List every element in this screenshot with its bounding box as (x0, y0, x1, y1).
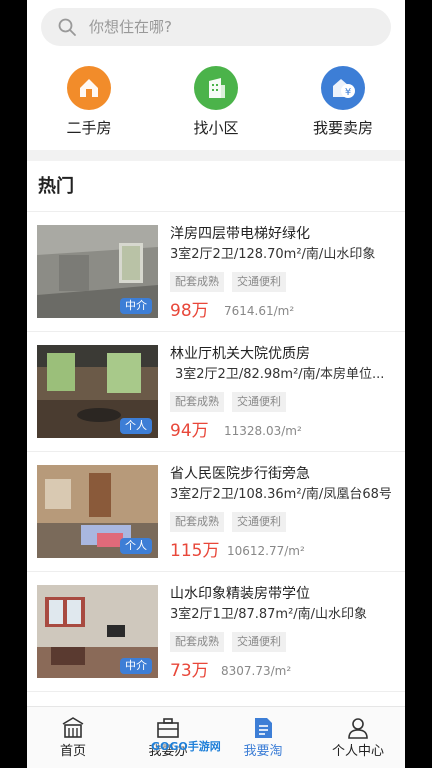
building-icon (194, 66, 238, 110)
category-sell-house[interactable]: ¥ 我要卖房 (288, 66, 398, 138)
tab-label: 我要淘 (243, 744, 283, 759)
listing-badge: 中介 (120, 298, 152, 314)
user-icon (348, 718, 368, 739)
listing-tag: 交通便利 (232, 632, 286, 652)
listing-unit-price: 7614.61/m² (224, 304, 295, 318)
listing-tag: 配套成熟 (170, 392, 224, 412)
listing-title: 省人民医院步行街旁急 (170, 466, 310, 482)
listing-photo: 个人 (37, 345, 158, 438)
svg-text:¥: ¥ (345, 87, 351, 98)
listing-tag: 交通便利 (232, 512, 286, 532)
search-placeholder: 你想住在哪? (89, 18, 172, 36)
category-second-hand[interactable]: 二手房 (34, 66, 144, 138)
listing-tag: 配套成熟 (170, 272, 224, 292)
section-title: 热门 (38, 176, 74, 197)
listing-item[interactable]: 中介 山水印象精装房带学位 3室2厅1卫/87.87m²/南/山水印象 配套成熟… (27, 572, 405, 692)
category-find-community[interactable]: 找小区 (161, 66, 271, 138)
sell-house-icon: ¥ (321, 66, 365, 110)
listing-item[interactable]: 中介 洋房四层带电梯好绿化 3室2厅2卫/128.70m²/南/山水印象 配套成… (27, 212, 405, 332)
house-icon (67, 66, 111, 110)
listing-desc: 3室2厅2卫/82.98m²/南/本房单位... (175, 367, 385, 382)
listing-title: 林业厅机关大院优质房 (170, 346, 310, 362)
listing-desc: 3室2厅1卫/87.87m²/南/山水印象 (170, 607, 368, 622)
category-label: 找小区 (193, 119, 239, 137)
listing-desc: 3室2厅2卫/128.70m²/南/山水印象 (170, 247, 376, 262)
app-screen: 你想住在哪? 二手房 找小区 ¥ 我要卖房 热门 中介 洋房四层带电梯好绿化 3… (27, 0, 405, 768)
listing-price: 73万 (170, 661, 209, 681)
listing-photo: 中介 (37, 585, 158, 678)
listing-desc: 3室2厅2卫/108.36m²/南/凤凰台68号 (170, 487, 392, 502)
listing-unit-price: 10612.77/m² (227, 544, 305, 558)
listing-tag: 配套成熟 (170, 632, 224, 652)
listing-title: 山水印象精装房带学位 (170, 586, 310, 602)
tab-browse[interactable]: 我要淘 (223, 715, 303, 761)
tab-label: 首页 (59, 744, 86, 759)
tab-home[interactable]: 首页 (33, 715, 113, 761)
listing-photo: 个人 (37, 465, 158, 558)
listing-tag: 配套成熟 (170, 512, 224, 532)
listing-badge: 个人 (120, 538, 152, 554)
bottom-tab-bar: 首页 我要办 我要淘 个人中心 (27, 706, 405, 768)
listing-unit-price: 11328.03/m² (224, 424, 302, 438)
category-label: 我要卖房 (312, 119, 373, 137)
listing-badge: 中介 (120, 658, 152, 674)
watermark-logo: GOGO手游网 (151, 740, 221, 753)
listing-price: 94万 (170, 421, 209, 441)
listing-photo: 中介 (37, 225, 158, 318)
listing-item[interactable]: 个人 省人民医院步行街旁急 3室2厅2卫/108.36m²/南/凤凰台68号 配… (27, 452, 405, 572)
category-label: 二手房 (66, 119, 112, 137)
document-icon (255, 718, 272, 738)
listing-price: 98万 (170, 301, 209, 321)
search-icon (58, 18, 76, 36)
listing-badge: 个人 (120, 418, 152, 434)
listing-unit-price: 8307.73/m² (221, 664, 292, 678)
tab-label: 个人中心 (331, 744, 384, 759)
listing-title: 洋房四层带电梯好绿化 (170, 226, 310, 242)
listing-tag: 交通便利 (232, 272, 286, 292)
section-divider (27, 150, 405, 161)
home-icon (62, 717, 84, 738)
listing-tag: 交通便利 (232, 392, 286, 412)
tab-profile[interactable]: 个人中心 (318, 715, 398, 761)
search-bar[interactable]: 你想住在哪? (41, 8, 391, 46)
listing-price: 115万 (170, 541, 220, 561)
listing-item[interactable]: 个人 林业厅机关大院优质房 3室2厅2卫/82.98m²/南/本房单位... 配… (27, 332, 405, 452)
